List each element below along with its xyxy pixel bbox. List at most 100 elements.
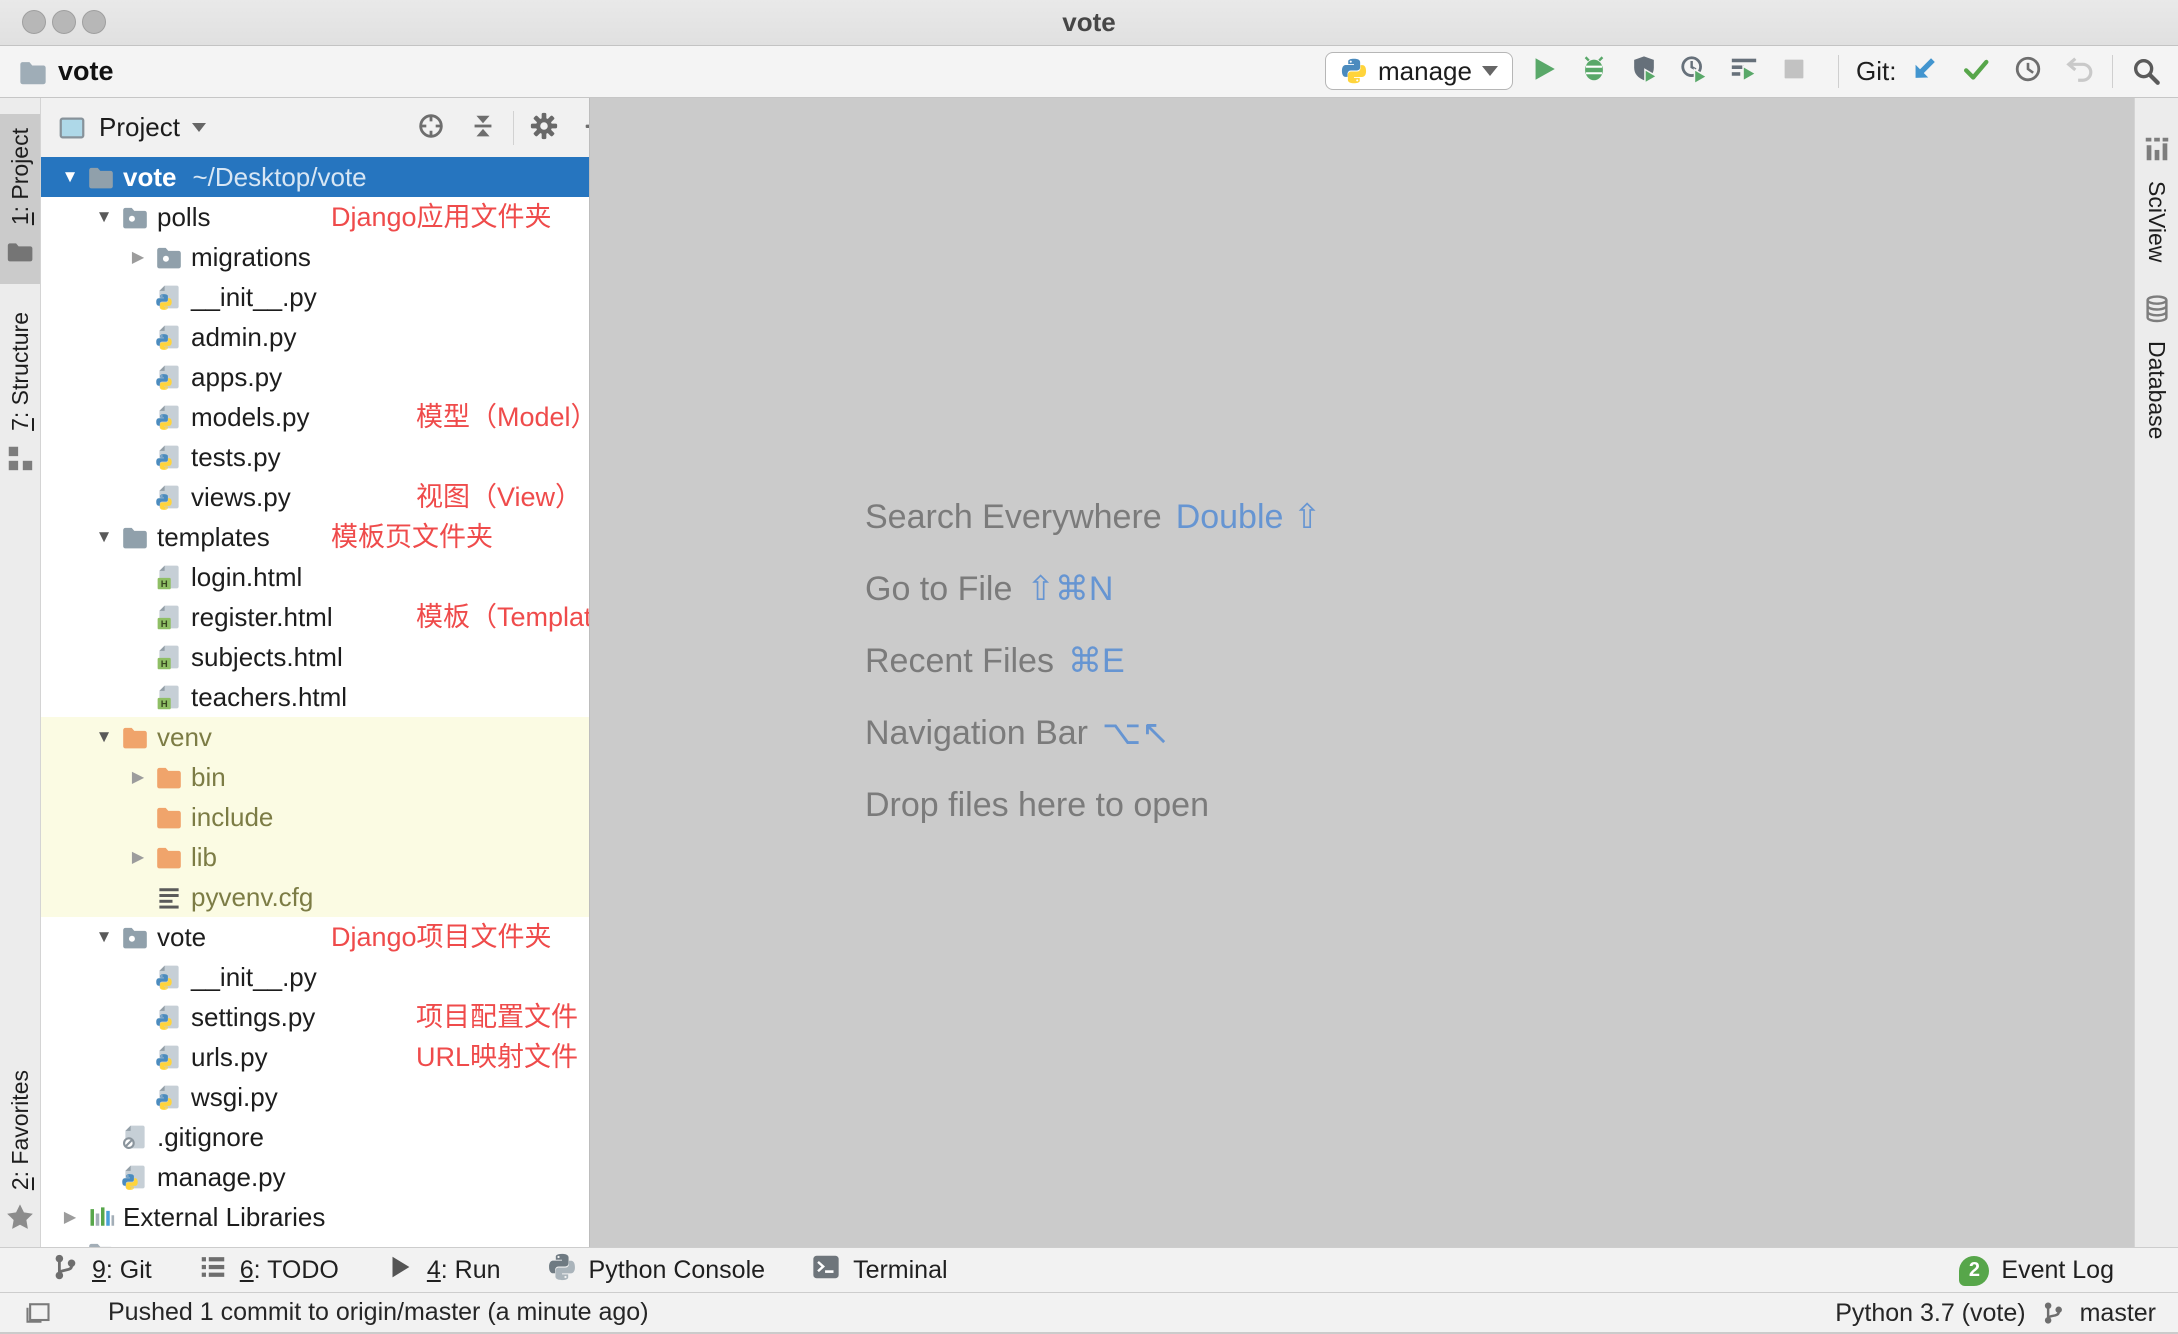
shortcut-keys: ⌥↖ <box>1102 714 1170 752</box>
tree-expanded-arrow-icon[interactable]: ▼ <box>89 207 119 227</box>
red-annotation: 模型（Model） <box>416 397 589 437</box>
tree-item-label: urls.py <box>191 1042 268 1073</box>
tree-item-label: __init__.py <box>191 962 317 993</box>
tool-window-tab-7-structure[interactable]: 7: Structure <box>0 298 40 490</box>
tree-item-vote[interactable]: ▼voteDjango项目文件夹 <box>41 917 589 957</box>
collapse-all-button[interactable] <box>461 106 505 150</box>
git-branch-icon <box>50 1252 80 1289</box>
update-project-button[interactable] <box>1902 51 1946 91</box>
tree-item-urls-py[interactable]: urls.pyURL映射文件 <box>41 1037 589 1077</box>
tree-item-init-py[interactable]: __init__.py <box>41 277 589 317</box>
chevron-down-icon[interactable] <box>192 123 206 132</box>
toolwindow-button-9-git[interactable]: 9: Git <box>50 1252 152 1289</box>
tree-item-migrations[interactable]: ▶migrations <box>41 237 589 277</box>
tree-item-label: External Libraries <box>123 1202 325 1233</box>
toggle-toolwindows-icon[interactable] <box>24 1299 52 1327</box>
tree-expanded-arrow-icon[interactable]: ▼ <box>89 727 119 747</box>
tool-window-tab-1-project[interactable]: 1: Project <box>0 114 40 284</box>
history-button[interactable] <box>2006 51 2050 91</box>
structure-icon <box>5 443 35 478</box>
tree-expanded-arrow-icon[interactable]: ▼ <box>89 927 119 947</box>
settings-button[interactable] <box>522 106 566 150</box>
debug-button[interactable] <box>1572 51 1616 91</box>
tree-item-polls[interactable]: ▼pollsDjango应用文件夹 <box>41 197 589 237</box>
run-with-coverage-button[interactable] <box>1622 51 1666 91</box>
shortcut-hint: Recent Files⌘E <box>865 625 1321 697</box>
branch-widget[interactable]: master <box>2080 1299 2156 1328</box>
locate-button[interactable] <box>409 106 453 150</box>
run-button[interactable] <box>1522 51 1566 91</box>
editor-empty-area[interactable]: Search EverywhereDouble ⇧Go to File⇧⌘NRe… <box>589 98 2134 1247</box>
tree-item-admin-py[interactable]: admin.py <box>41 317 589 357</box>
tree-item-label: venv <box>157 722 212 753</box>
red-annotation: 项目配置文件 <box>416 997 578 1037</box>
event-log-button[interactable]: 2 Event Log <box>1959 1248 2114 1293</box>
panel-title[interactable]: Project <box>99 112 180 143</box>
toolwindow-button-python-console[interactable]: Python Console <box>547 1252 766 1289</box>
project-tool-window-icon <box>57 113 87 143</box>
tree-item-label: manage.py <box>157 1162 286 1193</box>
toolwindow-button-label: 9: Git <box>92 1256 152 1285</box>
tree-item-external-libraries[interactable]: ▶ External Libraries <box>41 1197 589 1237</box>
tree-item-tests-py[interactable]: tests.py <box>41 437 589 477</box>
tool-window-tab-2-favorites[interactable]: 2: Favorites <box>0 1056 40 1249</box>
event-log-badge: 2 <box>1959 1256 1989 1286</box>
run-configuration-selector[interactable]: manage <box>1325 52 1513 90</box>
tree-expanded-arrow-icon[interactable]: ▼ <box>89 527 119 547</box>
python-file-icon <box>155 1083 183 1111</box>
tree-item-venv[interactable]: ▼ venv <box>41 717 589 757</box>
tool-window-tab-sciview[interactable]: SciView <box>2135 120 2178 274</box>
commit-icon <box>1961 54 1991 89</box>
tree-collapsed-arrow-icon[interactable]: ▶ <box>123 767 153 787</box>
python-file-icon <box>155 443 183 471</box>
tree-collapsed-arrow-icon[interactable]: ▶ <box>123 847 153 867</box>
ignored-file-icon <box>121 1123 149 1151</box>
tree-item-login-html[interactable]: Hlogin.html <box>41 557 589 597</box>
sciview-icon <box>2142 134 2172 169</box>
tree-item-views-py[interactable]: views.py视图（View） <box>41 477 589 517</box>
python-file-icon <box>155 483 183 511</box>
commit-button[interactable] <box>1954 51 1998 91</box>
run-icon <box>1529 54 1559 89</box>
svg-text:H: H <box>161 699 168 710</box>
toolwindow-button-label: Python Console <box>589 1256 766 1285</box>
search-everywhere-button[interactable] <box>2124 51 2168 91</box>
folder-icon <box>87 163 115 191</box>
tree-item-templates[interactable]: ▼templates模板页文件夹 <box>41 517 589 557</box>
tree-item-label: bin <box>191 762 226 793</box>
toolwindow-button-6-todo[interactable]: 6: TODO <box>198 1252 339 1289</box>
tree-collapsed-arrow-icon[interactable]: ▶ <box>55 1207 85 1227</box>
tree-item-teachers-html[interactable]: Hteachers.html <box>41 677 589 717</box>
red-annotation: Django应用文件夹 <box>331 197 552 237</box>
tree-item-lib[interactable]: ▶lib <box>41 837 589 877</box>
tree-item-init-py[interactable]: __init__.py <box>41 957 589 997</box>
tree-item-manage-py[interactable]: manage.py <box>41 1157 589 1197</box>
tree-item-gitignore[interactable]: .gitignore <box>41 1117 589 1157</box>
python-file-icon <box>155 363 183 391</box>
tree-item-wsgi-py[interactable]: wsgi.py <box>41 1077 589 1117</box>
tree-item-vote[interactable]: ▼vote~/Desktop/vote <box>41 157 589 197</box>
tree-item-settings-py[interactable]: settings.py项目配置文件 <box>41 997 589 1037</box>
toolwindow-button-terminal[interactable]: Terminal <box>811 1252 947 1289</box>
toolwindow-button-label: Terminal <box>853 1256 947 1285</box>
interpreter-widget[interactable]: Python 3.7 (vote) <box>1835 1299 2025 1328</box>
tree-item-subjects-html[interactable]: Hsubjects.html <box>41 637 589 677</box>
tree-item-label: .gitignore <box>157 1122 264 1153</box>
red-annotation: 模板页文件夹 <box>331 517 493 557</box>
tree-item-register-html[interactable]: Hregister.html模板（Template) <box>41 597 589 637</box>
concurrency-diagram-button[interactable] <box>1722 51 1766 91</box>
tool-window-tab-database[interactable]: Database <box>2135 280 2178 451</box>
tree-item-bin[interactable]: ▶ bin <box>41 757 589 797</box>
tree-expanded-arrow-icon[interactable]: ▼ <box>55 167 85 187</box>
tree-collapsed-arrow-icon[interactable]: ▶ <box>123 247 153 267</box>
html-file-icon: H <box>155 563 183 591</box>
breadcrumb[interactable]: vote <box>18 46 114 97</box>
folder-source-icon <box>121 923 149 951</box>
tree-item-pyvenv-cfg[interactable]: pyvenv.cfg <box>41 877 589 917</box>
profile-button[interactable] <box>1672 51 1716 91</box>
tree-item-apps-py[interactable]: apps.py <box>41 357 589 397</box>
toolwindow-button-4-run[interactable]: 4: Run <box>385 1252 501 1289</box>
tree-item-models-py[interactable]: models.py模型（Model） <box>41 397 589 437</box>
python-gray-icon <box>547 1252 577 1289</box>
tree-item-include[interactable]: include <box>41 797 589 837</box>
